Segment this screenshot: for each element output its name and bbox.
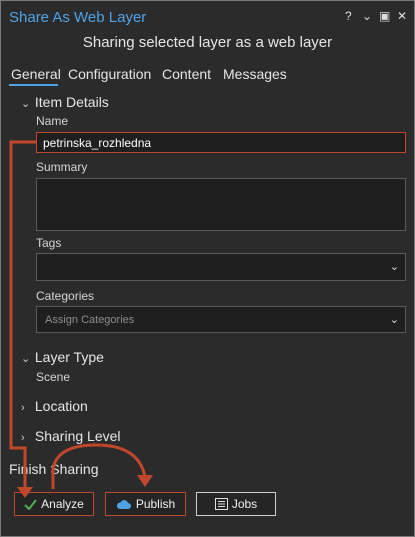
section-layer-type-label: Layer Type [34, 349, 104, 365]
cloud-icon [116, 499, 131, 509]
section-layer-type[interactable]: ⌄ Layer Type [21, 349, 104, 365]
tab-general[interactable]: General [11, 66, 61, 82]
dialog-subtitle: Sharing selected layer as a web layer [82, 34, 333, 51]
publish-button[interactable]: Publish [105, 492, 186, 516]
chevron-right-icon: › [21, 432, 25, 444]
dialog-window: Share As Web Layer ? ⌄ ▣ ✕ Sharing selec… [0, 0, 415, 537]
section-location[interactable]: › Location [21, 398, 88, 414]
summary-field[interactable] [36, 178, 406, 231]
help-icon[interactable]: ? [345, 9, 352, 23]
jobs-button-label: Jobs [231, 497, 258, 511]
categories-dropdown[interactable]: Assign Categories ⌄ [36, 306, 406, 333]
categories-label: Categories [36, 289, 95, 303]
section-item-details[interactable]: ⌄ Item Details [21, 94, 109, 110]
name-field[interactable]: petrinska_rozhledna [36, 132, 406, 153]
title-bar: Share As Web Layer ? ⌄ ▣ ✕ [1, 1, 414, 31]
selected-tab-indicator [9, 84, 58, 86]
section-sharing-level[interactable]: › Sharing Level [21, 428, 121, 444]
name-label: Name [36, 114, 69, 128]
restore-icon[interactable]: ▣ [379, 9, 390, 23]
jobs-button[interactable]: Jobs [196, 492, 276, 516]
categories-placeholder: Assign Categories [45, 314, 135, 326]
menu-chevron-icon[interactable]: ⌄ [362, 9, 372, 23]
close-icon[interactable]: ✕ [397, 9, 407, 23]
tab-configuration[interactable]: Configuration [68, 66, 151, 82]
tags-dropdown[interactable]: ⌄ [36, 253, 406, 281]
chevron-right-icon: › [21, 402, 25, 414]
section-item-details-label: Item Details [34, 94, 109, 110]
publish-button-label: Publish [135, 497, 176, 511]
tags-label: Tags [36, 236, 62, 250]
finish-sharing-heading: Finish Sharing [9, 461, 99, 477]
chevron-down-icon: ⌄ [389, 261, 399, 273]
window-title: Share As Web Layer [9, 9, 147, 26]
tab-messages[interactable]: Messages [223, 66, 287, 82]
analyze-button[interactable]: Analyze [14, 492, 94, 516]
list-icon [214, 498, 228, 510]
chevron-down-icon: ⌄ [389, 314, 399, 326]
section-sharing-level-label: Sharing Level [34, 428, 121, 444]
analyze-button-label: Analyze [41, 497, 84, 511]
summary-label: Summary [36, 160, 88, 174]
tab-content[interactable]: Content [162, 66, 211, 82]
annotation-arrowhead [137, 475, 153, 487]
layer-type-value: Scene [36, 370, 71, 384]
section-location-label: Location [34, 398, 88, 414]
checkmark-icon [24, 498, 37, 510]
chevron-down-icon: ⌄ [21, 353, 31, 365]
chevron-down-icon: ⌄ [21, 98, 31, 110]
